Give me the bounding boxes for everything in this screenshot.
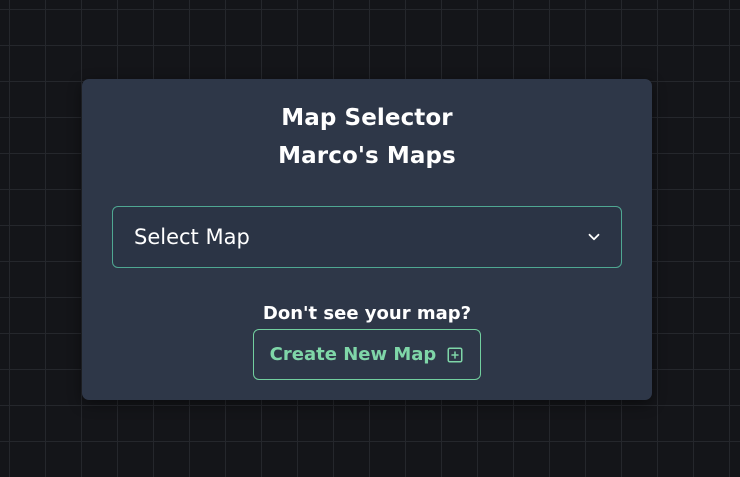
card-title: Map Selector	[281, 105, 453, 131]
map-selector-card: Map Selector Marco's Maps Select Map Don…	[82, 79, 652, 400]
create-new-map-button[interactable]: Create New Map	[253, 329, 481, 380]
map-select-dropdown[interactable]: Select Map	[112, 206, 622, 268]
map-select-value: Select Map	[134, 225, 250, 249]
create-new-map-label: Create New Map	[269, 344, 437, 365]
chevron-down-icon	[588, 233, 600, 241]
missing-map-prompt: Don't see your map?	[262, 303, 472, 324]
card-subtitle: Marco's Maps	[278, 143, 456, 169]
plus-square-icon	[447, 347, 463, 362]
